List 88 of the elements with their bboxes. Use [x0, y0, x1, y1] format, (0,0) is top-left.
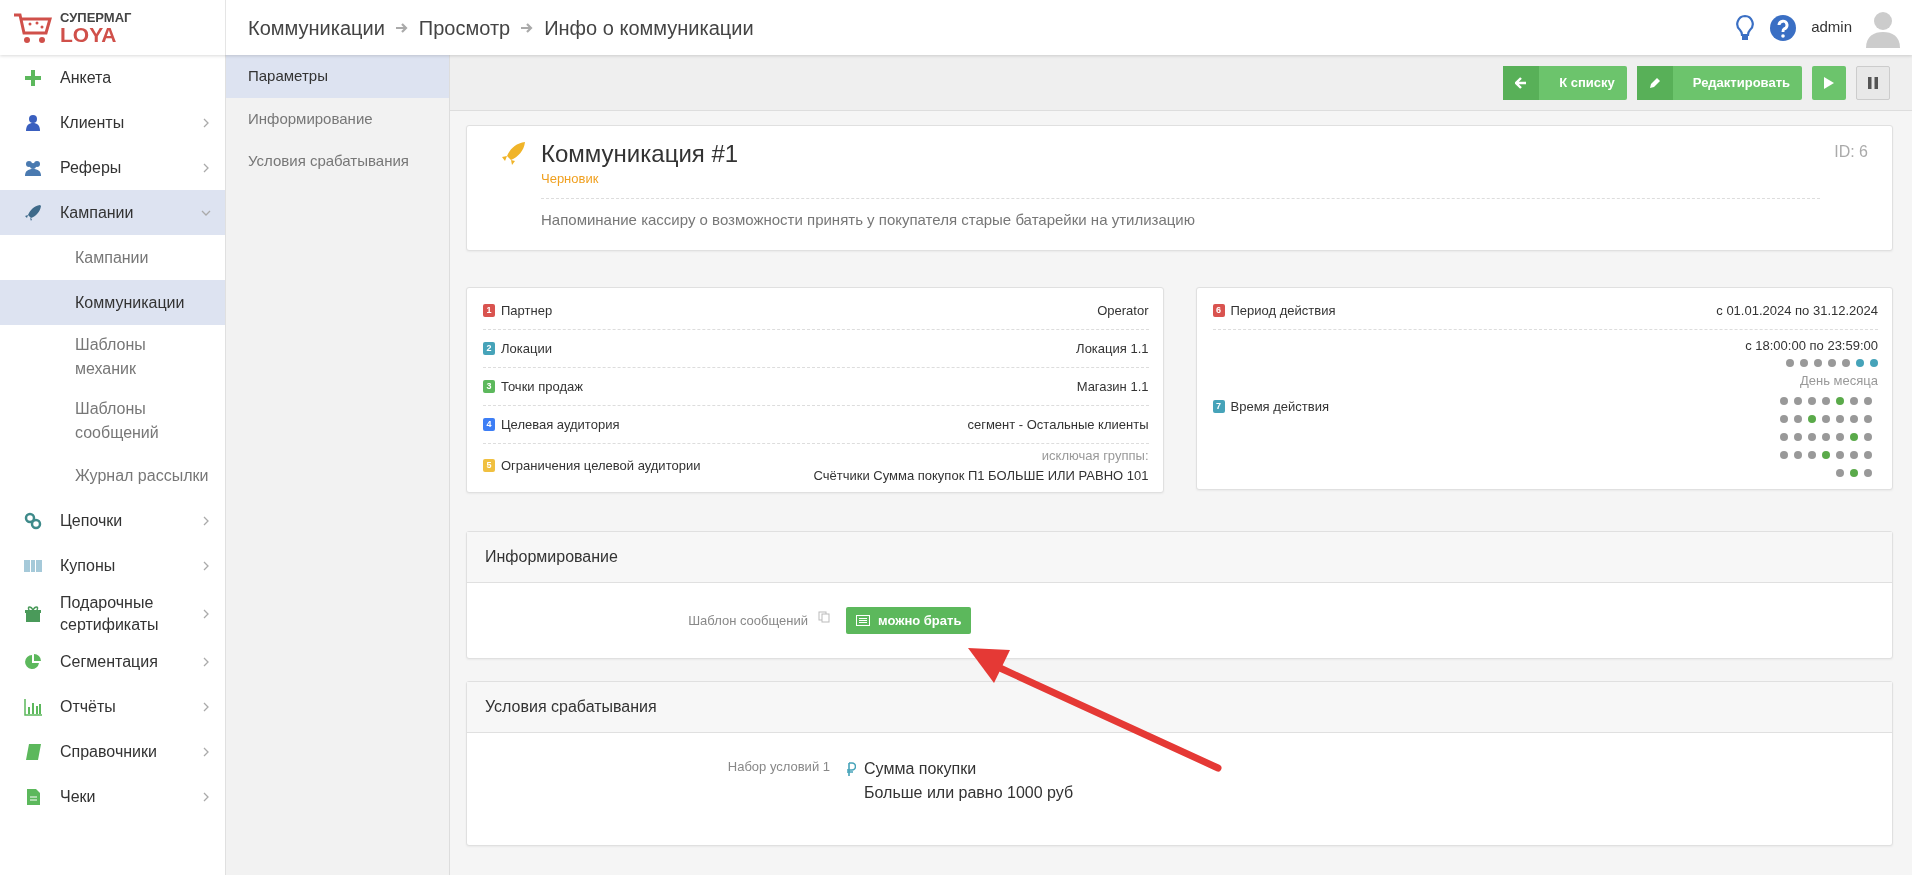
- chevron-right-icon: [201, 560, 211, 571]
- param-value: Operator: [1097, 301, 1149, 320]
- arrow-icon: [520, 21, 535, 34]
- link-icon: [24, 511, 42, 530]
- chevron-right-icon: [201, 701, 211, 712]
- number-badge: 3: [483, 379, 495, 393]
- field-label: Шаблон сообщений: [688, 611, 808, 630]
- sidebar-item[interactable]: Чеки: [0, 774, 225, 820]
- sidebar-subitem[interactable]: Шаблоны сообщений: [0, 389, 225, 453]
- list-icon: [856, 615, 870, 627]
- sidebar-subitem[interactable]: Журнал рассылки: [0, 453, 225, 498]
- condition-detail: Больше или равно 1000 руб: [863, 783, 1074, 804]
- breadcrumb-link[interactable]: Коммуникации: [248, 12, 385, 43]
- sidebar-item[interactable]: Купоны: [0, 543, 225, 588]
- bar-chart-icon: [24, 697, 42, 716]
- sidebar-item[interactable]: Подарочные сертификаты: [0, 588, 225, 640]
- param-label: Период действия: [1230, 301, 1336, 320]
- description-text: Напоминание кассиру о возможности принять у покупателя старые батарейки на утилизацию: [541, 198, 1821, 232]
- param-value: Магазин 1.1: [1076, 377, 1149, 396]
- sidebar-item[interactable]: Отчёты: [0, 684, 225, 730]
- arrow-left-icon: [1515, 76, 1528, 89]
- document-icon: [24, 787, 42, 806]
- param-note: исключая группы:: [1040, 447, 1149, 466]
- card-title: Коммуникация #1: [541, 140, 740, 169]
- param-value: сегмент - Остальные клиенты: [967, 415, 1149, 434]
- param-label: Ограничения целевой аудитории: [501, 457, 701, 476]
- chevron-right-icon: [201, 162, 211, 173]
- lightbulb-icon: [1735, 13, 1756, 42]
- help-icon: [1769, 13, 1798, 42]
- param-label: Точки продаж: [501, 377, 583, 396]
- section-title: Условия срабатывания: [467, 682, 1892, 734]
- breadcrumb-link[interactable]: Просмотр: [418, 12, 511, 43]
- person-icon: [24, 113, 42, 132]
- user-menu[interactable]: admin: [1811, 16, 1852, 39]
- number-badge: 4: [483, 417, 495, 431]
- number-badge: 1: [483, 303, 495, 317]
- chevron-right-icon: [201, 791, 211, 802]
- id-label: ID: 6: [1834, 142, 1868, 162]
- plus-icon: [24, 68, 42, 87]
- sidebar-item[interactable]: Кампании: [0, 190, 225, 235]
- play-icon: [1824, 76, 1834, 89]
- pie-chart-icon: [24, 652, 42, 671]
- param-label: Целевая аудитория: [501, 415, 620, 434]
- condition-name: Сумма покупки: [864, 759, 977, 780]
- sidebar-subitem[interactable]: Коммуникации: [0, 280, 225, 325]
- param-label: Время действия: [1230, 397, 1329, 416]
- section-nav-item[interactable]: Информирование: [226, 97, 449, 140]
- rocket-icon: [24, 203, 42, 222]
- pause-button[interactable]: [1856, 65, 1890, 100]
- section-nav-item[interactable]: Условия срабатывания: [226, 140, 449, 183]
- sidebar-item[interactable]: Справочники: [0, 729, 225, 775]
- sidebar-item[interactable]: Анкета: [0, 55, 225, 100]
- param-value: Счётчики Сумма покупок П1 БОЛЬШЕ ИЛИ РАВНО 101: [813, 466, 1149, 485]
- chevron-right-icon: [201, 656, 211, 667]
- logo-text: LOYA: [60, 23, 118, 45]
- sidebar-item[interactable]: Реферы: [0, 145, 225, 190]
- breadcrumb-current: Инфо о коммуникации: [544, 15, 754, 41]
- gift-icon: [24, 604, 42, 623]
- status-text: Черновик: [541, 169, 600, 188]
- pause-icon: [1868, 76, 1878, 89]
- param-value: с 18:00:00 по 23:59:00: [1745, 336, 1878, 355]
- number-badge: 2: [483, 341, 495, 355]
- chevron-right-icon: [201, 515, 211, 526]
- number-badge: 5: [483, 459, 495, 473]
- logo-text: СУПЕРМАГ: [60, 10, 132, 24]
- section-nav-item[interactable]: Параметры: [226, 55, 449, 98]
- chevron-right-icon: [201, 746, 211, 757]
- sidebar-subitem[interactable]: Шаблоны механик: [0, 325, 225, 389]
- chevron-right-icon: [201, 117, 211, 128]
- param-value: Локация 1.1: [1076, 339, 1149, 358]
- sidebar-item[interactable]: Сегментация: [0, 639, 225, 685]
- number-badge: 7: [1212, 399, 1225, 413]
- section-title: Информирование: [467, 531, 1892, 583]
- copy-icon: [818, 610, 830, 623]
- param-label: Партнер: [501, 301, 553, 320]
- sidebar-subitem[interactable]: Кампании: [0, 235, 225, 280]
- people-icon: [24, 158, 42, 177]
- calendar-caption: День месяца: [1799, 372, 1878, 391]
- arrow-icon: [394, 21, 409, 34]
- pencil-icon: [1648, 76, 1661, 89]
- ruble-icon: [846, 762, 856, 777]
- sidebar-item[interactable]: Цепочки: [0, 498, 225, 543]
- param-label: Локации: [501, 339, 552, 358]
- chevron-right-icon: [201, 608, 211, 619]
- field-label: Набор условий 1: [727, 759, 830, 775]
- param-value: с 01.01.2024 по 31.12.2024: [1716, 301, 1878, 320]
- number-badge: 6: [1212, 303, 1225, 317]
- sidebar-item[interactable]: Клиенты: [0, 100, 225, 145]
